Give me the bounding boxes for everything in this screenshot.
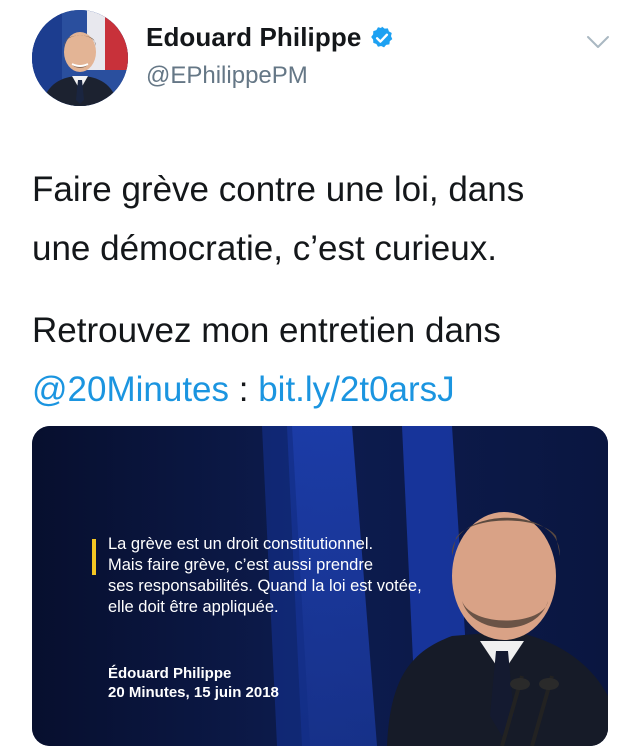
tweet-text: Faire grève contre une loi, dans une dém… [32,160,612,419]
mention-link[interactable]: @20Minutes [32,370,229,409]
tweet-header: Edouard Philippe @EPhilippePM [0,0,640,120]
quote-attribution: Édouard Philippe 20 Minutes, 15 juin 201… [108,664,279,702]
tweet-paragraph-2: Retrouvez mon entretien dans @20Minutes … [32,301,612,419]
url-link[interactable]: bit.ly/2t0arsJ [258,370,454,409]
tweet-text-line: une démocratie, c’est curieux. [32,229,497,268]
attribution-source: 20 Minutes, 15 juin 2018 [108,684,279,701]
quote-accent-bar [92,539,96,575]
avatar-portrait [32,10,128,106]
quote-line: elle doit être appliquée. [108,598,279,616]
tweet-text-line: Retrouvez mon entretien dans [32,311,501,350]
quote-line: Mais faire grève, c’est aussi prendre [108,556,374,574]
author-avatar[interactable] [32,10,128,106]
tweet-paragraph-1: Faire grève contre une loi, dans une dém… [32,160,612,278]
attribution-name: Édouard Philippe [108,665,232,682]
verified-badge-icon [371,26,393,47]
author-name-row: Edouard Philippe [146,22,395,53]
author-handle[interactable]: @EPhilippePM [146,62,308,90]
tweet-text-line: Faire grève contre une loi, dans [32,170,525,209]
author-name[interactable]: Edouard Philippe [146,22,361,53]
quote-text: La grève est un droit constitutionnel. M… [108,534,438,618]
chevron-down-icon[interactable] [585,32,611,52]
tweet-media-image[interactable]: La grève est un droit constitutionnel. M… [32,426,608,746]
quote-line: ses responsabilités. Quand la loi est vo… [108,577,422,595]
quote-line: La grève est un droit constitutionnel. [108,535,374,553]
separator-text: : [229,370,259,409]
